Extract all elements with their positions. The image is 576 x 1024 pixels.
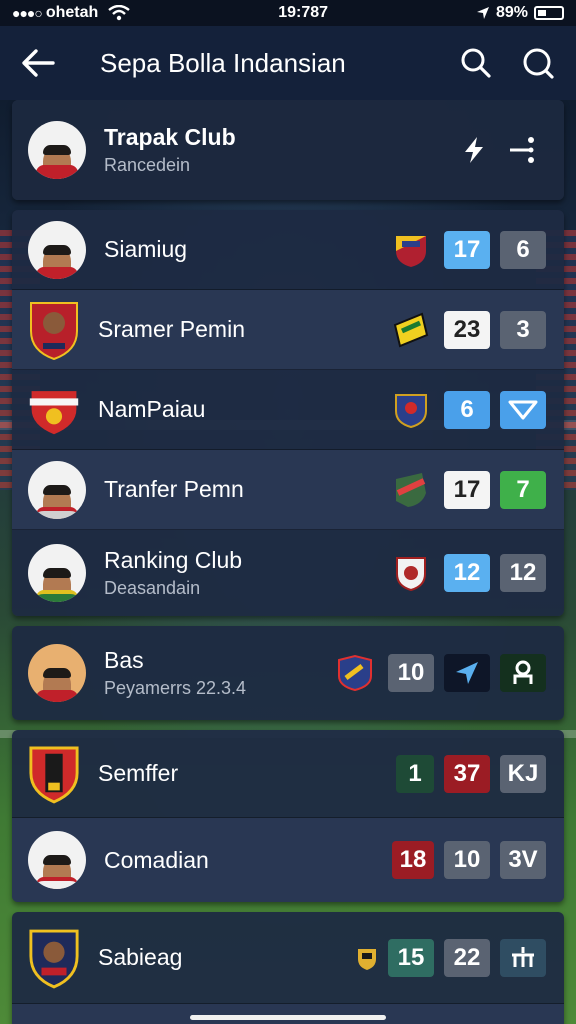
item-name: Sramer Pemin: [98, 316, 245, 342]
stat-badge: 22: [444, 938, 490, 977]
list-item[interactable]: Sramer Pemin 23 3: [12, 290, 564, 370]
item-name: NamPaiau: [98, 396, 206, 422]
flash-button[interactable]: [450, 126, 498, 174]
stat-badge: 12: [444, 554, 490, 592]
options-button[interactable]: [498, 126, 546, 174]
share-options-icon: [510, 137, 534, 163]
stat-badge: 10: [444, 841, 490, 879]
item-name: Tranfer Pemn: [104, 476, 244, 502]
item-subtitle: Deasandain: [104, 578, 201, 598]
club-crest-icon: [393, 312, 429, 347]
chevron-down-icon: [508, 400, 538, 419]
avatar: [28, 644, 86, 702]
player-list-group: Siamiug 17 6 Sramer Pemin 23 3 NamPaiau: [12, 210, 564, 616]
signal-icon: ●●●○: [12, 5, 43, 21]
home-indicator: [190, 1015, 386, 1020]
list-item[interactable]: Bas Peyamerrs 22.3.4 10: [12, 626, 564, 720]
search-icon: [461, 48, 491, 78]
club-header-row[interactable]: Trapak Club Rancedein: [12, 100, 564, 200]
list-item[interactable]: NamPaiau 6: [12, 370, 564, 450]
bas-card[interactable]: Bas Peyamerrs 22.3.4 10: [12, 626, 564, 720]
navigation-arrow-icon: [456, 662, 478, 684]
mini-crest-icon: [358, 948, 376, 970]
item-name: Siamiug: [104, 236, 188, 262]
stat-badge: 10: [388, 654, 434, 692]
club-subtitle: Rancedein: [104, 155, 191, 175]
wifi-icon: [108, 5, 131, 21]
item-name: Ranking Club: [104, 547, 243, 573]
club-crest-icon: [338, 654, 372, 692]
team-button[interactable]: [500, 654, 546, 692]
bottom-list-group: Sabieag 15 22: [12, 912, 564, 1024]
club-name: Trapak Club: [104, 124, 236, 150]
app-bar: Sepa Bolla Indansian: [0, 26, 576, 100]
stat-badge: 7: [500, 470, 546, 509]
tree-button[interactable]: [500, 938, 546, 977]
list-item[interactable]: Semffer 1 37 KJ: [12, 730, 564, 818]
stat-badge: 15: [388, 938, 434, 977]
stat-badge: 12: [500, 554, 546, 592]
list-item[interactable]: Ranking Club Deasandain 12 12: [12, 530, 564, 616]
clock: 19:787: [278, 4, 329, 21]
item-name: Comadian: [104, 846, 209, 873]
avatar: [28, 121, 86, 179]
content-list: Trapak Club Rancedein Siamiug 17 6 Srame…: [12, 100, 564, 1024]
list-item[interactable]: Sabieag 15 22: [12, 912, 564, 1004]
search-button[interactable]: [452, 39, 500, 87]
battery-icon: [533, 6, 564, 20]
item-subtitle: Peyamerrs 22.3.4: [104, 678, 247, 698]
stat-badge: 18: [392, 841, 434, 879]
expand-button[interactable]: [500, 390, 546, 429]
chat-search-button[interactable]: [514, 39, 562, 87]
avatar: [28, 220, 86, 279]
avatar: [28, 460, 86, 519]
back-button[interactable]: [14, 39, 62, 87]
team-icon: [513, 660, 533, 684]
stat-badge: 17: [444, 470, 490, 509]
club-crest-icon: [396, 557, 426, 592]
location-icon: [476, 7, 489, 19]
navigate-button[interactable]: [444, 654, 490, 692]
stat-badge: 3: [500, 310, 546, 349]
club-shield-icon: [28, 929, 80, 988]
list-item-partial[interactable]: [12, 1004, 564, 1024]
hierarchy-icon: [512, 946, 534, 967]
stat-badge: 17: [444, 230, 490, 269]
stat-badge: KJ: [500, 754, 546, 793]
club-crest-icon: [396, 472, 426, 507]
list-item[interactable]: Tranfer Pemn 17 7: [12, 450, 564, 530]
arrow-left-icon: [22, 49, 55, 77]
stat-badge: 3V: [500, 841, 546, 879]
header-card[interactable]: Trapak Club Rancedein: [12, 100, 564, 200]
stat-badge: 6: [500, 230, 546, 269]
club-crest-icon: [395, 393, 427, 428]
stat-badge: 37: [444, 754, 490, 793]
avatar: [28, 831, 86, 889]
stat-badge: 6: [444, 390, 490, 429]
list-item[interactable]: Comadian 18 10 3V: [12, 818, 564, 902]
club-shield-icon: [28, 301, 80, 360]
item-name: Sabieag: [98, 944, 183, 970]
page-title: Sepa Bolla Indansian: [100, 47, 346, 78]
club-shield-icon: [28, 745, 80, 803]
battery-percent: 89%: [495, 4, 528, 21]
club-list-group: Semffer 1 37 KJ Comadian 18 10 3V: [12, 730, 564, 902]
stat-badge: 1: [396, 754, 434, 793]
club-shield-icon: [28, 381, 80, 439]
item-name: Bas: [104, 647, 144, 673]
list-item[interactable]: Siamiug 17 6: [12, 210, 564, 290]
item-name: Semffer: [98, 760, 179, 786]
club-crest-icon: [396, 235, 426, 267]
status-bar: ●●●○ ohetah 19:787 89%: [0, 0, 576, 26]
carrier-label: ohetah: [45, 4, 99, 21]
chat-search-icon: [523, 48, 554, 79]
avatar: [28, 544, 86, 602]
stat-badge: 23: [444, 310, 490, 349]
lightning-icon: [465, 137, 483, 163]
